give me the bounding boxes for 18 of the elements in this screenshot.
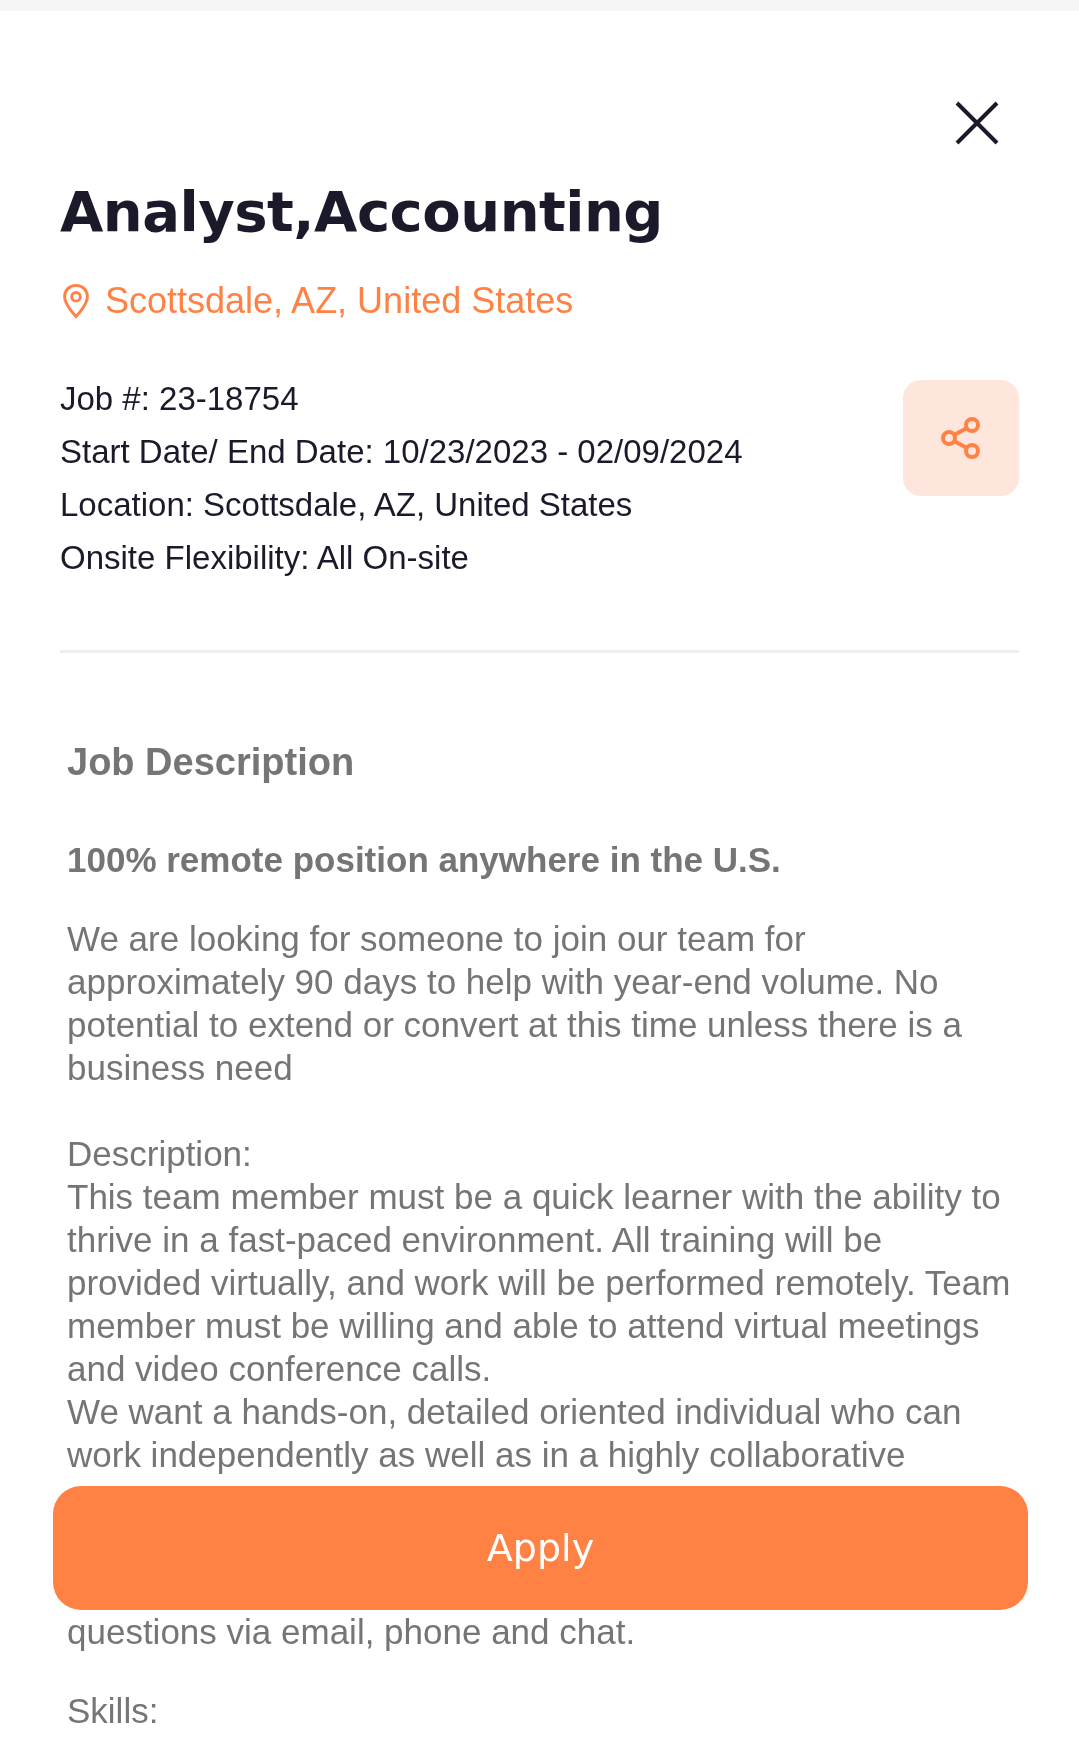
description-text: We want a hands-on, detailed oriented individual who can work independently as well as in a highly collaborative <box>67 1391 963 1476</box>
description-text: Description: <box>67 1133 253 1175</box>
job-location: Scottsdale, AZ, United States <box>105 280 574 322</box>
description-text: This team member must be a quick learner with the ability to thrive in a fast-paced environment. All training will be provided virtually, and work will be performed remotely. Team member must be willing and able to attend virtual meetings and video conference calls. <box>67 1176 1012 1390</box>
close-icon[interactable] <box>955 101 999 145</box>
share-icon <box>939 416 983 460</box>
detail-line: Onsite Flexibility: All On-site <box>60 538 470 578</box>
apply-button[interactable]: Apply <box>53 1486 1028 1610</box>
detail-line: Start Date/ End Date: 10/23/2023 - 02/09/2024 <box>60 432 743 472</box>
description-text: 100% remote position anywhere in the U.S. <box>67 839 782 881</box>
location-pin-icon <box>61 283 91 319</box>
detail-line: Location: Scottsdale, AZ, United States <box>60 485 634 525</box>
description-text: We are looking for someone to join our team for approximately 90 days to help with year-end volume. No potential to extend or convert at this time unless there is a business need <box>67 918 963 1089</box>
detail-line: Job #: 23-18754 <box>60 379 300 419</box>
job-title: Analyst,Accounting <box>60 179 664 244</box>
section-heading: Job Description <box>67 741 356 784</box>
description-text: questions via email, phone and chat. <box>67 1611 637 1653</box>
description-text: Skills: <box>67 1690 160 1732</box>
